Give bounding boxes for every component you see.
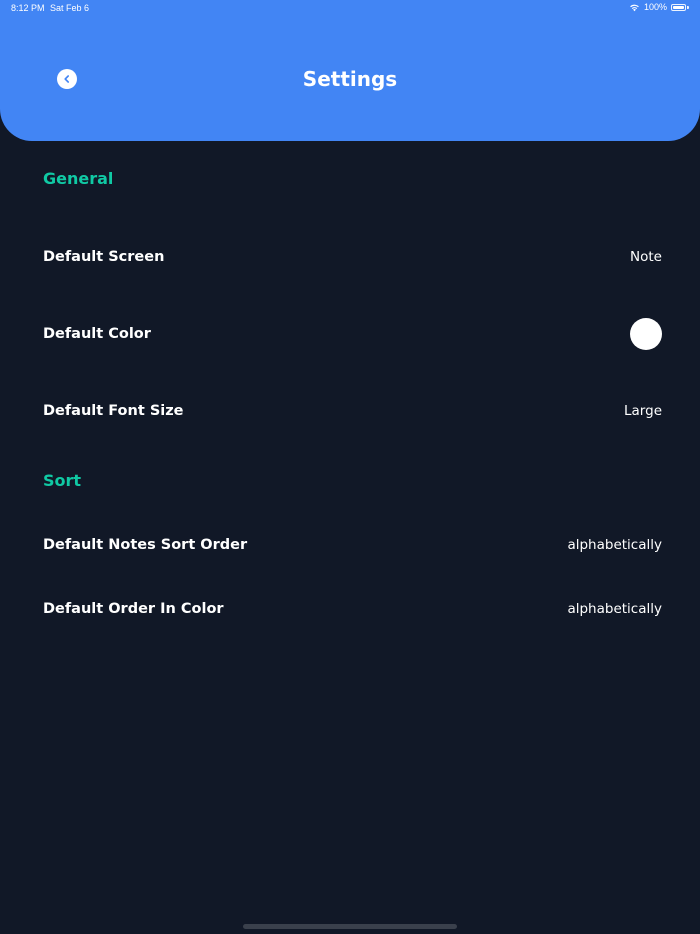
setting-default-notes-sort-order[interactable]: Default Notes Sort Order alphabetically (43, 525, 662, 565)
section-title-sort: Sort (43, 471, 82, 490)
setting-value: Note (630, 249, 662, 265)
setting-default-order-in-color[interactable]: Default Order In Color alphabetically (43, 589, 662, 629)
status-time: 8:12 PM (11, 3, 45, 13)
status-date: Sat Feb 6 (50, 3, 90, 13)
battery-percent: 100% (643, 2, 667, 12)
settings-screen: 8:12 PM Sat Feb 6 100% Settings General … (0, 0, 700, 934)
setting-label: Default Order In Color (43, 601, 224, 617)
setting-label: Default Notes Sort Order (43, 537, 248, 553)
page-title: Settings (302, 67, 398, 91)
section-title-general: General (43, 169, 114, 188)
setting-default-color[interactable]: Default Color (43, 314, 662, 354)
status-bar: 8:12 PM Sat Feb 6 100% (0, 0, 700, 18)
setting-value: alphabetically (567, 601, 662, 617)
setting-value: Large (624, 403, 662, 419)
setting-label: Default Screen (43, 249, 165, 265)
wifi-icon (630, 4, 639, 11)
setting-value: alphabetically (567, 537, 662, 553)
color-swatch[interactable] (630, 318, 662, 350)
setting-default-font-size[interactable]: Default Font Size Large (43, 391, 662, 431)
status-right: 100% (629, 2, 689, 12)
setting-label: Default Font Size (43, 403, 184, 419)
home-indicator[interactable] (243, 924, 457, 929)
battery-icon (671, 3, 689, 11)
setting-label: Default Color (43, 326, 151, 342)
header-bar: 8:12 PM Sat Feb 6 100% Settings (0, 0, 700, 141)
setting-default-screen[interactable]: Default Screen Note (43, 237, 662, 277)
